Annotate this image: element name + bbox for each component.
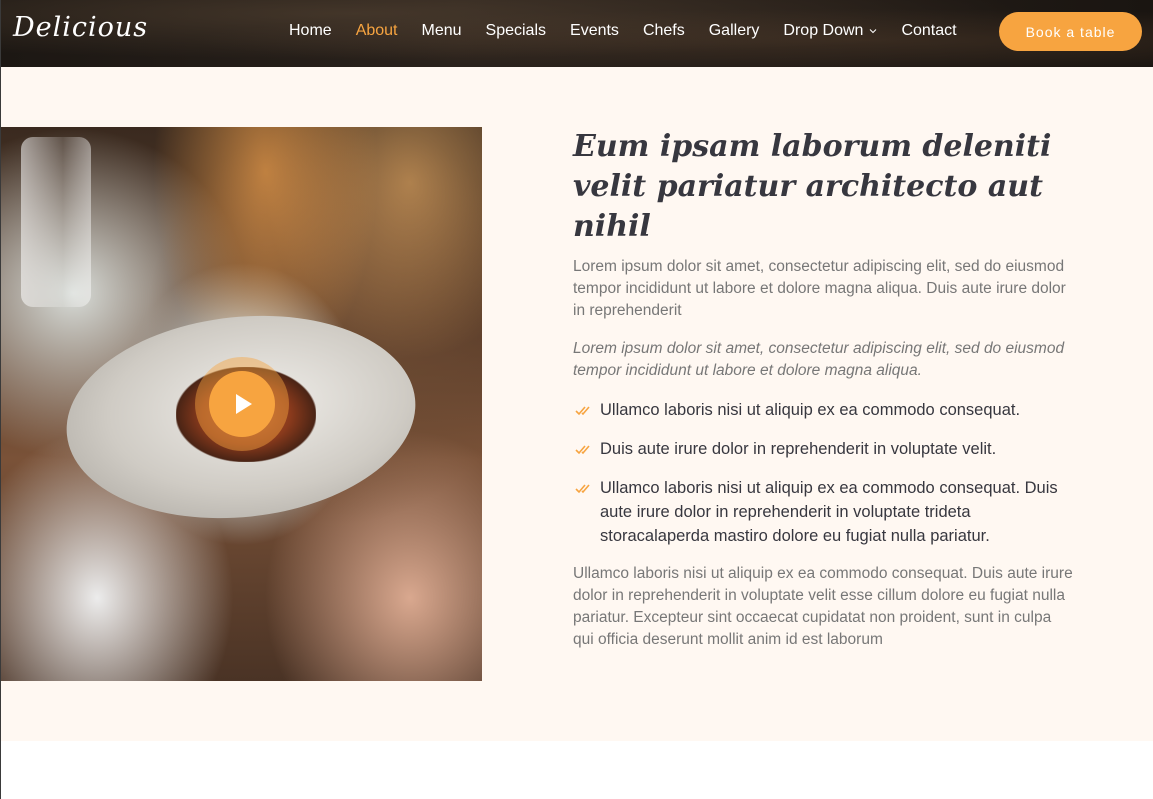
checklist-item: Ullamco laboris nisi ut aliquip ex ea co… (573, 398, 1073, 422)
checklist-item-text: Ullamco laboris nisi ut aliquip ex ea co… (600, 401, 1021, 419)
nav-item-menu[interactable]: Menu (422, 22, 462, 40)
about-tail-text: Ullamco laboris nisi ut aliquip ex ea co… (573, 565, 1073, 648)
wine-glass-shape (21, 137, 91, 307)
nav-item-dropdown[interactable]: Drop Down (783, 22, 877, 40)
checklist-item: Ullamco laboris nisi ut aliquip ex ea co… (573, 476, 1073, 548)
chevron-down-icon (870, 29, 877, 34)
play-video-button[interactable] (209, 371, 275, 437)
nav-item-home[interactable]: Home (289, 22, 332, 40)
about-italic-text: Lorem ipsum dolor sit amet, consectetur … (573, 340, 1065, 379)
about-lead-text: Lorem ipsum dolor sit amet, consectetur … (573, 258, 1066, 319)
logo[interactable]: Delicious (13, 12, 148, 43)
play-icon (236, 394, 252, 414)
nav-item-about[interactable]: About (356, 22, 398, 40)
nav-item-events[interactable]: Events (570, 22, 619, 40)
page: Delicious Home About Menu Specials Event… (0, 0, 1153, 799)
about-heading: Eum ipsam laborum deleniti velit pariatu… (573, 129, 1052, 244)
about-section: Eum ipsam laborum deleniti velit pariatu… (1, 67, 1153, 741)
checklist-item-text: Ullamco laboris nisi ut aliquip ex ea co… (600, 479, 1058, 545)
restaurant-photo (1, 127, 482, 681)
nav-item-contact[interactable]: Contact (901, 22, 956, 40)
site-header: Delicious Home About Menu Specials Event… (1, 0, 1153, 67)
nav-item-specials[interactable]: Specials (486, 22, 546, 40)
nav-item-dropdown-label: Drop Down (783, 22, 864, 39)
book-table-button[interactable]: Book a table (999, 12, 1142, 51)
double-check-icon (575, 445, 590, 455)
checklist-item-text: Duis aute irure dolor in reprehenderit i… (600, 440, 997, 458)
double-check-icon (575, 484, 590, 494)
double-check-icon (575, 406, 590, 416)
checklist-item: Duis aute irure dolor in reprehenderit i… (573, 437, 1073, 461)
main-nav: Home About Menu Specials Events Chefs Ga… (289, 20, 981, 42)
about-content: Eum ipsam laborum deleniti velit pariatu… (573, 127, 1073, 651)
nav-item-gallery[interactable]: Gallery (709, 22, 760, 40)
about-checklist: Ullamco laboris nisi ut aliquip ex ea co… (573, 398, 1073, 548)
nav-item-chefs[interactable]: Chefs (643, 22, 685, 40)
